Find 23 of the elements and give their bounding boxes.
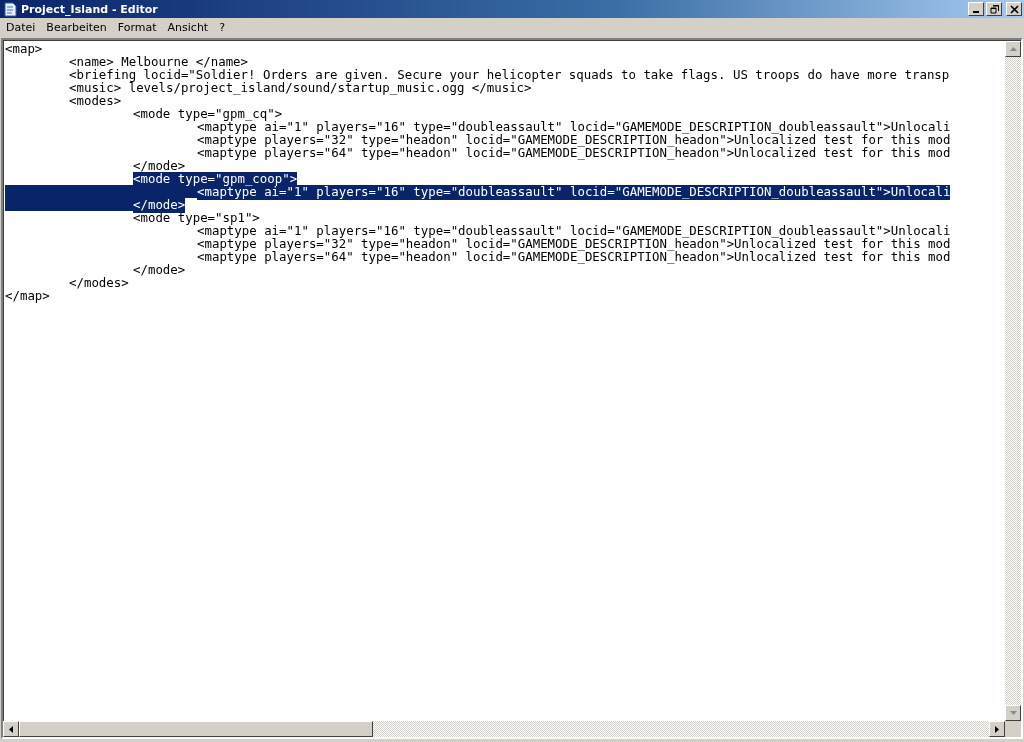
menu-item[interactable]: Bearbeiten [40, 21, 112, 34]
code-line: <map> [5, 42, 43, 55]
code-line: </modes> [69, 276, 129, 289]
menu-item[interactable]: Ansicht [161, 21, 214, 34]
menu-item[interactable]: Datei [0, 21, 41, 34]
menu-item[interactable]: Format [111, 21, 162, 34]
code-line: <maptype players="64" type="headon" locid="GAMEMODE_DESCRIPTION_headon">Unlocalized test for this mod [197, 250, 951, 263]
code-line: <maptype players="32" type="headon" locid="GAMEMODE_DESCRIPTION_headon">Unlocalized test for this mod [197, 133, 951, 146]
code-line: <music> levels/project_island/sound/startup_music.ogg </music> [69, 81, 532, 94]
menu-item[interactable]: ? [213, 21, 231, 34]
code-line: <name> Melbourne </name> [69, 55, 249, 68]
code-line: <maptype ai="1" players="16" type="doubleassault" locid="GAMEMODE_DESCRIPTION_doubleassault">Unlocali [197, 120, 951, 133]
code-line: <maptype ai="1" players="16" type="doubleassault" locid="GAMEMODE_DESCRIPTION_doubleassault">Unlocali [197, 224, 951, 237]
code-line: <modes> [69, 94, 122, 107]
code-line: </mode> [133, 159, 186, 172]
code-line: <briefing locid="Soldier! Orders are given. Secure your helicopter squads to take flags. US troops do have more transp [69, 68, 950, 81]
code-line: </map> [5, 289, 50, 302]
code-line: <mode type="sp1"> [133, 211, 260, 224]
code-line: <maptype players="32" type="headon" locid="GAMEMODE_DESCRIPTION_headon">Unlocalized test for this mod [197, 237, 951, 250]
code-line: <mode type="gpm_cq"> [133, 107, 283, 120]
code-line: <maptype players="64" type="headon" locid="GAMEMODE_DESCRIPTION_headon">Unlocalized test for this mod [197, 146, 951, 159]
code-line: </mode> [133, 263, 186, 276]
window-title: Project_Island - Editor [21, 2, 159, 16]
